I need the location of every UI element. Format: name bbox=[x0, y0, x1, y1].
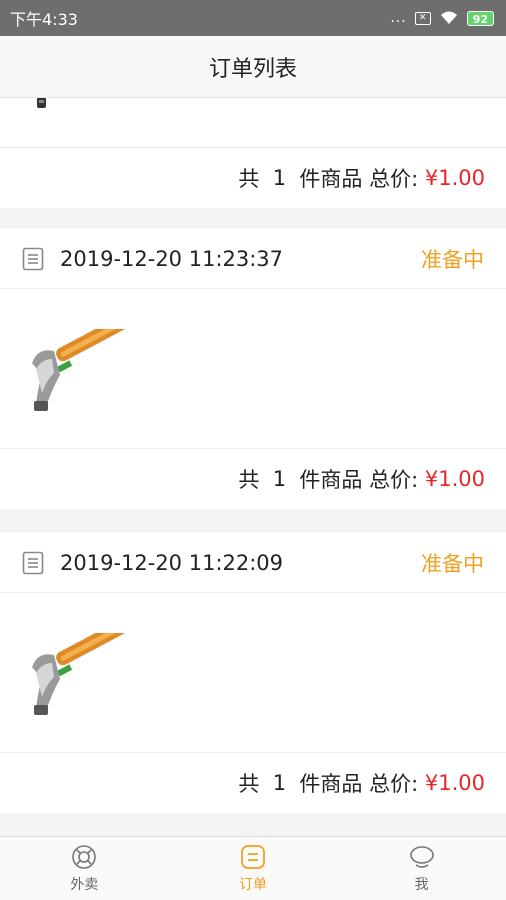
product-image-partial bbox=[37, 98, 46, 108]
total-prefix: 共 bbox=[238, 772, 260, 796]
order-price: ¥1.00 bbox=[424, 467, 485, 491]
title-bar: 订单列表 bbox=[0, 36, 506, 98]
tab-takeout[interactable]: 外卖 bbox=[0, 837, 169, 900]
order-item-image-row bbox=[0, 289, 506, 449]
order-card[interactable]: 2019-12-20 11:22:09 准备中 共 1 件商品 总价: ¥1.0… bbox=[0, 533, 506, 813]
order-status: 准备中 bbox=[421, 247, 484, 272]
tab-label: 外卖 bbox=[70, 877, 99, 893]
order-item-image-row bbox=[0, 98, 506, 148]
tab-label: 订单 bbox=[239, 877, 267, 893]
total-label: 件商品 总价: bbox=[299, 772, 419, 796]
total-label: 件商品 总价: bbox=[299, 167, 419, 191]
order-time: 2019-12-20 11:23:37 bbox=[60, 246, 284, 271]
order-item-image-row bbox=[0, 593, 506, 753]
takeout-icon bbox=[72, 845, 97, 869]
order-total-row: 共 1 件商品 总价: ¥1.00 bbox=[0, 753, 506, 813]
total-prefix: 共 bbox=[238, 468, 260, 492]
notification-dots: ... bbox=[390, 10, 407, 26]
document-icon bbox=[22, 247, 44, 270]
status-bar: 下午4:33 ... ✕ 92 bbox=[0, 0, 506, 36]
order-card[interactable]: 共 1 件商品 总价: ¥1.00 bbox=[0, 98, 506, 208]
item-count: 1 bbox=[272, 467, 287, 491]
hammer-product-image bbox=[32, 329, 128, 411]
item-count: 1 bbox=[272, 166, 287, 190]
page-title: 订单列表 bbox=[208, 56, 297, 82]
order-time: 2019-12-20 11:22:09 bbox=[60, 550, 284, 575]
tab-label: 我 bbox=[414, 877, 429, 893]
hammer-product-image bbox=[32, 633, 128, 715]
order-header: 2019-12-20 11:23:37 准备中 bbox=[0, 229, 506, 289]
profile-icon bbox=[409, 846, 434, 868]
total-label: 件商品 总价: bbox=[299, 468, 419, 492]
order-card[interactable]: 2019-12-20 11:23:37 准备中 共 1 件商品 总价: ¥1.0… bbox=[0, 229, 506, 509]
order-list[interactable]: 共 1 件商品 总价: ¥1.00 2019-12-20 11:23:37 准备… bbox=[0, 98, 506, 836]
bottom-tab-bar: 外卖 订单 我 bbox=[0, 836, 506, 900]
order-icon bbox=[241, 845, 265, 869]
tab-orders[interactable]: 订单 bbox=[169, 837, 338, 900]
order-total-row: 共 1 件商品 总价: ¥1.00 bbox=[0, 148, 506, 208]
battery-icon: 92 bbox=[466, 10, 494, 26]
total-prefix: 共 bbox=[238, 167, 260, 191]
item-count: 1 bbox=[272, 771, 287, 795]
tab-profile[interactable]: 我 bbox=[337, 837, 506, 900]
sim-icon: ✕ bbox=[414, 11, 431, 25]
order-header: 2019-12-20 11:22:09 准备中 bbox=[0, 533, 506, 593]
order-price: ¥1.00 bbox=[424, 166, 485, 190]
order-price: ¥1.00 bbox=[424, 771, 485, 795]
document-icon bbox=[22, 551, 44, 574]
status-time: 下午4:33 bbox=[10, 10, 78, 29]
status-icons: ... ✕ 92 bbox=[390, 10, 494, 26]
order-status: 准备中 bbox=[421, 551, 484, 576]
wifi-icon bbox=[440, 11, 457, 24]
order-total-row: 共 1 件商品 总价: ¥1.00 bbox=[0, 449, 506, 509]
